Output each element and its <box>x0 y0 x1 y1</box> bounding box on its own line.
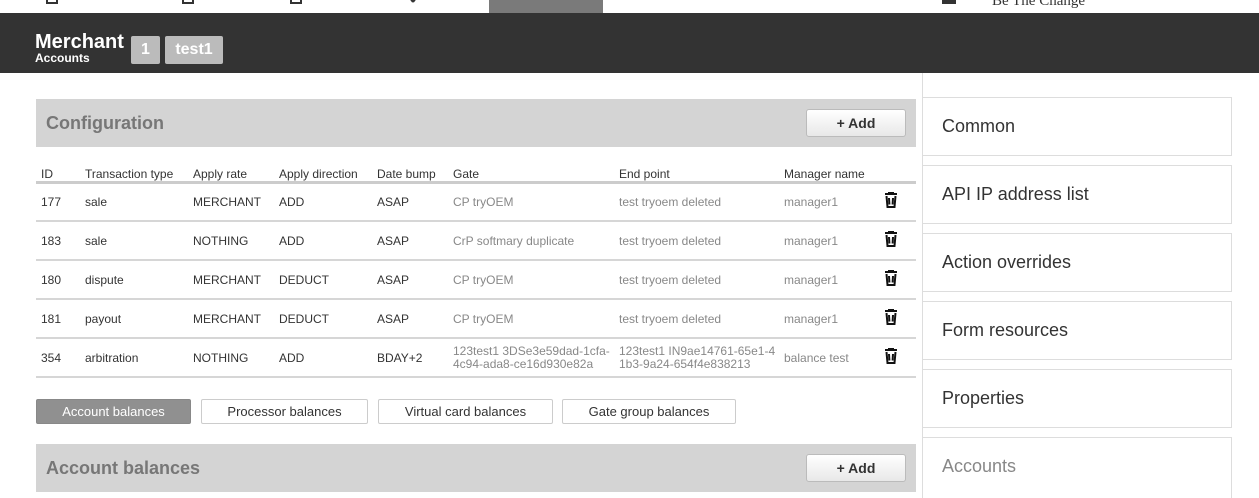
cell-direction: DEDUCT <box>274 260 372 300</box>
cell-manager: manager1 <box>779 221 879 261</box>
add-configuration-button[interactable]: + Add <box>806 109 906 137</box>
cell-type: payout <box>80 299 188 339</box>
account-balances-panel-header: Account balances + Add <box>36 444 916 492</box>
configuration-title: Configuration <box>46 113 164 133</box>
cell-rate: MERCHANT <box>188 182 274 222</box>
trash-icon[interactable] <box>884 347 898 364</box>
entity-badge: test1 <box>165 36 223 64</box>
cell-endpoint: test tryoem deleted <box>614 299 779 339</box>
sidebar-item-form-resources[interactable]: Form resources <box>922 301 1232 360</box>
column-header: Apply rate <box>188 166 274 184</box>
column-header: Transaction type <box>80 166 188 184</box>
nav-item-active[interactable] <box>489 0 603 13</box>
sidebar-item-action-overrides[interactable]: Action overrides <box>922 233 1232 292</box>
column-header: Apply direction <box>274 166 372 184</box>
cell-actions <box>879 338 916 378</box>
sidebar-item-api-ip-address-list[interactable]: API IP address list <box>922 165 1232 224</box>
cell-bump: ASAP <box>372 260 448 300</box>
cell-endpoint: test tryoem deleted <box>614 260 779 300</box>
count-badge: 1 <box>131 36 160 64</box>
tools-icon[interactable] <box>406 0 418 4</box>
cell-type: dispute <box>80 260 188 300</box>
cell-rate: NOTHING <box>188 338 274 378</box>
cell-rate: NOTHING <box>188 221 274 261</box>
cell-manager: manager1 <box>779 299 879 339</box>
cell-endpoint: test tryoem deleted <box>614 221 779 261</box>
page-subtitle: Accounts <box>35 51 90 65</box>
cell-manager: balance test <box>779 338 879 378</box>
cell-bump: ASAP <box>372 182 448 222</box>
cell-manager: manager1 <box>779 260 879 300</box>
cell-bump: BDAY+2 <box>372 338 448 378</box>
column-header: Gate <box>448 166 614 184</box>
add-account-balance-button[interactable]: + Add <box>806 454 906 482</box>
cell-direction: DEDUCT <box>274 299 372 339</box>
table-row[interactable]: 180 dispute MERCHANT DEDUCT ASAP CP tryO… <box>36 260 916 300</box>
cell-bump: ASAP <box>372 221 448 261</box>
cell-actions <box>879 260 916 300</box>
trash-icon[interactable] <box>884 308 898 325</box>
cell-gate: CrP softmary duplicate <box>448 221 614 261</box>
column-header: End point <box>614 166 779 184</box>
tab-virtual-card-balances[interactable]: Virtual card balances <box>378 399 553 424</box>
cell-id: 177 <box>36 182 80 222</box>
table-row[interactable]: 354 arbitration NOTHING ADD BDAY+2 123te… <box>36 338 916 378</box>
page-header: Merchant Accounts 1 test1 <box>0 13 1259 73</box>
cell-gate: 123test1 3DSe3e59dad-1cfa-4c94-ada8-ce16… <box>448 338 614 378</box>
column-header: Date bump <box>372 166 448 184</box>
cell-manager: manager1 <box>779 182 879 222</box>
cell-type: sale <box>80 182 188 222</box>
tab-account-balances[interactable]: Account balances <box>36 399 191 424</box>
table-row[interactable]: 183 sale NOTHING ADD ASAP CrP softmary d… <box>36 221 916 261</box>
tab-processor-balances[interactable]: Processor balances <box>201 399 368 424</box>
trash-icon[interactable] <box>884 269 898 286</box>
document-icon[interactable] <box>182 0 194 4</box>
cell-rate: MERCHANT <box>188 260 274 300</box>
cell-endpoint: test tryoem deleted <box>614 182 779 222</box>
page-title: Merchant <box>35 31 124 53</box>
trash-icon[interactable] <box>884 230 898 247</box>
cell-bump: ASAP <box>372 299 448 339</box>
cell-type: sale <box>80 221 188 261</box>
dashboard-icon[interactable] <box>46 0 58 4</box>
table-row[interactable]: 181 payout MERCHANT DEDUCT ASAP CP tryOE… <box>36 299 916 339</box>
report-icon[interactable] <box>290 0 302 4</box>
cell-gate: CP tryOEM <box>448 182 614 222</box>
cell-rate: MERCHANT <box>188 299 274 339</box>
cell-type: arbitration <box>80 338 188 378</box>
cell-direction: ADD <box>274 182 372 222</box>
configuration-table: ID Transaction type Apply rate Apply dir… <box>36 166 916 378</box>
user-icon[interactable] <box>942 0 956 4</box>
cell-direction: ADD <box>274 338 372 378</box>
top-navigation: Be The Change <box>0 0 1259 13</box>
table-header-row: ID Transaction type Apply rate Apply dir… <box>36 166 916 184</box>
cell-endpoint: 123test1 IN9ae14761-65e1-41b3-9a24-654f4… <box>614 338 779 378</box>
cell-actions <box>879 221 916 261</box>
cell-actions <box>879 182 916 222</box>
cell-id: 180 <box>36 260 80 300</box>
cell-gate: CP tryOEM <box>448 260 614 300</box>
cell-direction: ADD <box>274 221 372 261</box>
tab-gate-group-balances[interactable]: Gate group balances <box>562 399 736 424</box>
cell-id: 181 <box>36 299 80 339</box>
sidebar-item-accounts[interactable]: Accounts <box>922 437 1232 498</box>
cell-gate: CP tryOEM <box>448 299 614 339</box>
cell-id: 183 <box>36 221 80 261</box>
user-name[interactable]: Be The Change <box>992 0 1085 10</box>
column-header-actions <box>879 166 916 184</box>
column-header: Manager name <box>779 166 879 184</box>
configuration-panel-header: Configuration + Add <box>36 99 916 147</box>
account-balances-title: Account balances <box>46 458 201 478</box>
sidebar-item-common[interactable]: Common <box>922 97 1232 156</box>
trash-icon[interactable] <box>884 191 898 209</box>
column-header: ID <box>36 166 80 184</box>
cell-actions <box>879 299 916 339</box>
cell-id: 354 <box>36 338 80 378</box>
table-row[interactable]: 177 sale MERCHANT ADD ASAP CP tryOEM tes… <box>36 182 916 222</box>
sidebar-item-properties[interactable]: Properties <box>922 369 1232 428</box>
brand: Merchant Accounts <box>35 32 124 64</box>
